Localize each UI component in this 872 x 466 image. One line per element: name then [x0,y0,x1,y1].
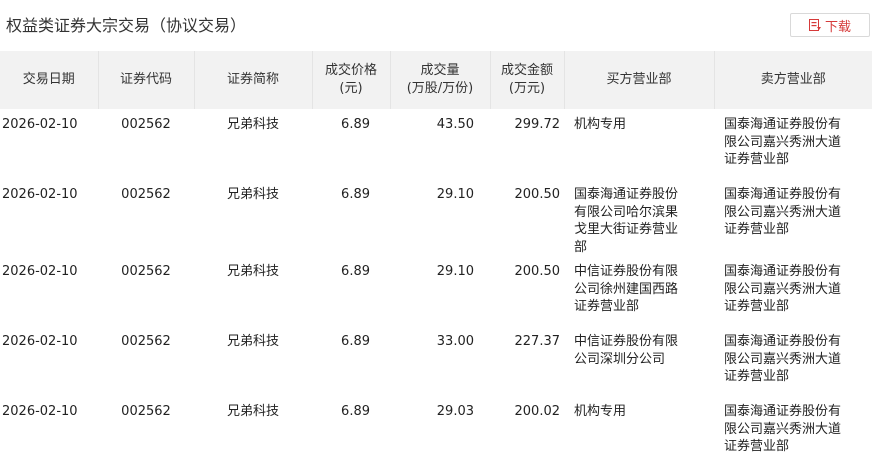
cell-volume: 43.50 [436,117,474,132]
table-row: 2026-02-10 002562 兄弟科技 6.89 29.10 200.50… [0,179,872,256]
header-trade-date[interactable]: 交易日期 [0,51,99,109]
table-row: 2026-02-10 002562 兄弟科技 6.89 29.10 200.50… [0,256,872,326]
cell-name: 兄弟科技 [226,264,279,279]
cell-seller: 国泰海通证券股份有限公司嘉兴秀洲大道证券营业部 [724,334,842,384]
cell-seller: 国泰海通证券股份有限公司嘉兴秀洲大道证券营业部 [724,264,842,314]
cell-date: 2026-02-10 [2,117,78,132]
cell-amount: 299.72 [514,117,561,132]
cell-volume: 29.03 [436,404,474,419]
cell-amount: 200.50 [514,187,561,202]
cell-name: 兄弟科技 [226,334,279,349]
header-amount[interactable]: 成交金额 (万元) [490,51,565,109]
cell-amount: 227.37 [514,334,561,349]
table-row: 2026-02-10 002562 兄弟科技 6.89 43.50 299.72… [0,109,872,179]
header-price[interactable]: 成交价格 (元) [312,51,391,109]
cell-buyer: 中信证券股份有限公司徐州建国西路证券营业部 [574,264,679,314]
cell-buyer: 国泰海通证券股份有限公司哈尔滨果戈里大街证券营业部 [574,187,679,255]
download-icon [808,18,821,32]
cell-buyer: 中信证券股份有限公司深圳分公司 [574,334,679,367]
cell-date: 2026-02-10 [2,264,78,279]
page-header: 权益类证券大宗交易（协议交易） 下载 [0,0,872,50]
cell-buyer: 机构专用 [574,117,627,132]
cell-code: 002562 [121,334,171,349]
cell-seller: 国泰海通证券股份有限公司嘉兴秀洲大道证券营业部 [724,404,842,454]
cell-price: 6.89 [341,187,370,202]
table-header-row: 交易日期 证券代码 证券简称 成交价格 (元) 成交量 (万股/万份) 成交金额… [0,51,872,109]
table-row: 2026-02-10 002562 兄弟科技 6.89 29.03 200.02… [0,396,872,466]
cell-buyer: 机构专用 [574,404,627,419]
cell-amount: 200.02 [514,404,561,419]
cell-seller: 国泰海通证券股份有限公司嘉兴秀洲大道证券营业部 [724,187,842,237]
cell-date: 2026-02-10 [2,404,78,419]
cell-price: 6.89 [341,404,370,419]
cell-amount: 200.50 [514,264,561,279]
header-seller[interactable]: 卖方营业部 [714,51,872,109]
header-volume[interactable]: 成交量 (万股/万份) [390,51,491,109]
header-buyer[interactable]: 买方营业部 [564,51,715,109]
cell-price: 6.89 [341,264,370,279]
cell-code: 002562 [121,404,171,419]
cell-name: 兄弟科技 [226,404,279,419]
cell-date: 2026-02-10 [2,334,78,349]
cell-date: 2026-02-10 [2,187,78,202]
header-security-code[interactable]: 证券代码 [98,51,195,109]
cell-seller: 国泰海通证券股份有限公司嘉兴秀洲大道证券营业部 [724,117,842,167]
cell-code: 002562 [121,187,171,202]
cell-code: 002562 [121,117,171,132]
cell-name: 兄弟科技 [226,187,279,202]
cell-name: 兄弟科技 [226,117,279,132]
cell-price: 6.89 [341,334,370,349]
cell-volume: 33.00 [436,334,474,349]
table-row: 2026-02-10 002562 兄弟科技 6.89 33.00 227.37… [0,326,872,396]
cell-price: 6.89 [341,117,370,132]
download-label: 下载 [824,19,851,35]
header-security-name[interactable]: 证券简称 [194,51,313,109]
cell-volume: 29.10 [436,187,474,202]
cell-code: 002562 [121,264,171,279]
cell-volume: 29.10 [436,264,474,279]
block-trade-table: 交易日期 证券代码 证券简称 成交价格 (元) 成交量 (万股/万份) 成交金额… [0,51,872,466]
download-button[interactable]: 下载 [790,13,870,37]
page-title: 权益类证券大宗交易（协议交易） [6,16,247,35]
